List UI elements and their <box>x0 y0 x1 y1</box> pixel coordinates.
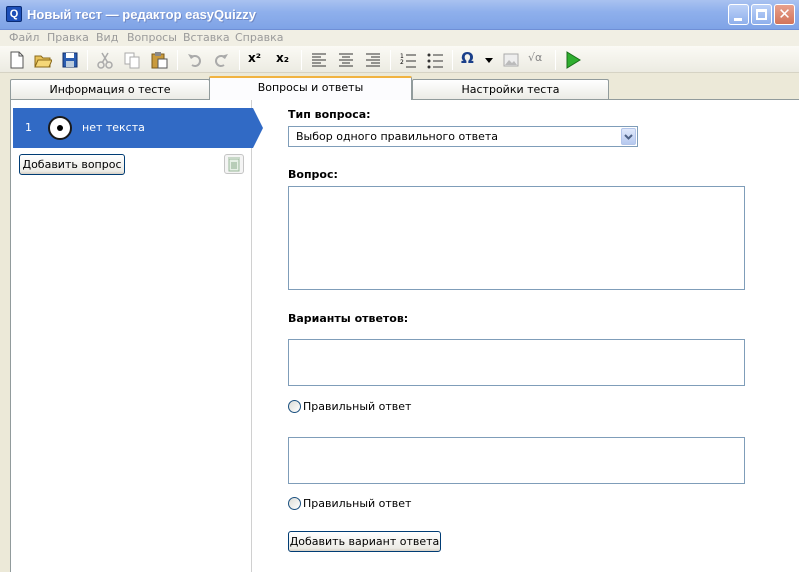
question-type-select[interactable]: Выбор одного правильного ответа <box>288 126 638 147</box>
single-choice-icon <box>48 116 72 140</box>
tab-test-info[interactable]: Информация о тесте <box>10 79 210 99</box>
close-button[interactable]: ✕ <box>774 4 795 25</box>
menu-bar: Файл Правка Вид Вопросы Вставка Справка <box>0 30 799 46</box>
numbered-list-icon[interactable]: 12 <box>399 51 417 69</box>
menu-view[interactable]: Вид <box>96 31 118 44</box>
delete-question-button[interactable] <box>224 154 244 174</box>
question-title: нет текста <box>82 121 145 134</box>
answer-text-field-2[interactable] <box>288 437 745 484</box>
tab-test-settings[interactable]: Настройки теста <box>412 79 609 99</box>
panel-divider[interactable] <box>251 100 252 572</box>
add-question-button[interactable]: Добавить вопрос <box>19 154 125 175</box>
copy-icon[interactable] <box>123 51 141 69</box>
toolbar-separator <box>390 50 391 70</box>
toolbar-separator <box>87 50 88 70</box>
formula-icon[interactable]: √α <box>528 51 550 69</box>
align-center-icon[interactable] <box>337 51 355 69</box>
answer-text-field-1[interactable] <box>288 339 745 386</box>
close-icon: ✕ <box>778 5 791 23</box>
correct-answer-radio-1[interactable] <box>288 400 301 413</box>
save-icon[interactable] <box>61 51 79 69</box>
maximize-icon <box>756 9 767 20</box>
window-title: Новый тест — редактор easyQuizzy <box>27 7 256 22</box>
question-type-label: Тип вопроса: <box>288 108 371 121</box>
menu-help[interactable]: Справка <box>235 31 283 44</box>
chevron-down-icon <box>624 134 633 140</box>
toolbar-separator <box>301 50 302 70</box>
app-icon: Q <box>6 6 22 22</box>
tab-questions-answers[interactable]: Вопросы и ответы <box>209 76 412 100</box>
correct-answer-label-2[interactable]: Правильный ответ <box>303 497 411 510</box>
align-left-icon[interactable] <box>310 51 328 69</box>
add-answer-button[interactable]: Добавить вариант ответа <box>288 531 441 552</box>
superscript-icon[interactable]: x² <box>248 51 266 69</box>
subscript-icon[interactable]: x₂ <box>276 51 294 69</box>
new-icon[interactable] <box>8 51 26 69</box>
question-list-item[interactable]: 1 нет текста <box>13 108 263 148</box>
question-label: Вопрос: <box>288 168 338 181</box>
cut-icon[interactable] <box>96 51 114 69</box>
maximize-button[interactable] <box>751 4 772 25</box>
chevron-down-icon[interactable] <box>484 51 494 69</box>
svg-text:2: 2 <box>400 59 404 66</box>
minimize-icon <box>734 18 742 21</box>
toolbar-separator <box>177 50 178 70</box>
minimize-button[interactable] <box>728 4 749 25</box>
bulleted-list-icon[interactable] <box>426 51 444 69</box>
paste-icon[interactable] <box>150 51 168 69</box>
menu-questions[interactable]: Вопросы <box>127 31 177 44</box>
correct-answer-label-1[interactable]: Правильный ответ <box>303 400 411 413</box>
menu-file[interactable]: Файл <box>9 31 39 44</box>
toolbar-separator <box>555 50 556 70</box>
redo-icon[interactable] <box>212 51 230 69</box>
menu-insert[interactable]: Вставка <box>183 31 230 44</box>
question-type-value: Выбор одного правильного ответа <box>296 130 499 143</box>
toolbar: x² x₂ 12 Ω √α <box>0 46 799 73</box>
undo-icon[interactable] <box>186 51 204 69</box>
image-icon[interactable] <box>502 51 520 69</box>
toolbar-separator <box>452 50 453 70</box>
omega-symbol-icon[interactable]: Ω <box>461 49 479 67</box>
question-text-area[interactable] <box>288 186 745 290</box>
correct-answer-radio-2[interactable] <box>288 497 301 510</box>
answers-label: Варианты ответов: <box>288 312 409 325</box>
align-right-icon[interactable] <box>364 51 382 69</box>
title-bar: Q Новый тест — редактор easyQuizzy ✕ <box>0 0 799 30</box>
open-icon[interactable] <box>34 51 52 69</box>
toolbar-separator <box>239 50 240 70</box>
menu-edit[interactable]: Правка <box>47 31 89 44</box>
run-icon[interactable] <box>564 51 582 69</box>
trash-icon <box>228 157 240 172</box>
question-number: 1 <box>25 121 32 134</box>
dropdown-arrow-button[interactable] <box>621 128 636 145</box>
